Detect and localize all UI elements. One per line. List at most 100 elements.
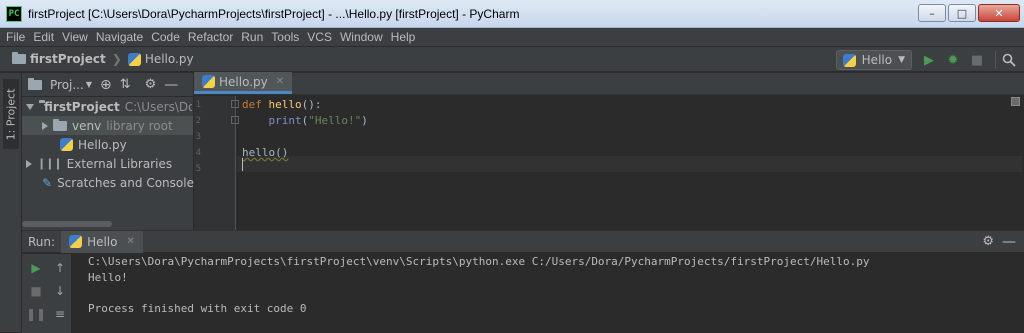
soft-wrap-icon[interactable]: ≡ [52, 306, 68, 322]
line-number: 5 [195, 164, 201, 174]
expand-arrow-icon[interactable] [26, 159, 32, 168]
tree-item-venv[interactable]: venv library root [22, 116, 193, 135]
project-tool-tab-label: 1: Project [4, 88, 18, 140]
python-file-icon [842, 53, 856, 67]
run-panel-label: Run: [28, 234, 56, 249]
code-line-4[interactable]: hello() [242, 146, 288, 159]
hide-panel-icon[interactable]: — [1002, 234, 1016, 250]
editor-tab-hello-py[interactable]: Hello.py ✕ [194, 72, 293, 94]
tree-item-label: venv [72, 118, 102, 133]
locate-file-icon[interactable]: ⊕ [100, 77, 112, 93]
scratches-icon: ✎ [42, 175, 53, 190]
console-line: Process finished with exit code 0 [88, 302, 307, 315]
python-file-icon [127, 52, 141, 66]
run-tab-hello[interactable]: Hello ✕ [61, 230, 143, 253]
fold-marker-icon[interactable] [231, 100, 239, 108]
breadcrumb-file[interactable]: Hello.py [127, 52, 194, 66]
tree-item-external-libraries[interactable]: ❙❙❙ External Libraries [26, 154, 172, 173]
expand-arrow-icon[interactable] [42, 121, 48, 130]
console-line: Hello! [88, 271, 128, 284]
folder-icon [12, 52, 26, 64]
project-view-select[interactable]: Proj... [50, 78, 84, 92]
keyword-token: def [242, 98, 262, 111]
gear-icon[interactable]: ⚙ [145, 77, 157, 92]
current-line-highlight [237, 156, 1022, 172]
stop-icon[interactable]: ■ [968, 51, 986, 69]
hide-panel-icon[interactable]: — [164, 77, 178, 93]
code-line-2[interactable]: print("Hello!") [242, 114, 368, 127]
project-tool-tab[interactable]: 1: Project [3, 79, 19, 149]
menu-file[interactable]: File [2, 30, 29, 44]
run-panel-header: Run: Hello ✕ ⚙ — [22, 230, 1024, 253]
run-tool-window: Run: Hello ✕ ⚙ — ▶ ↑ ■ ↓ ❚❚ ≡ C:\Users\D… [22, 230, 1024, 333]
line-number: 4 [195, 148, 201, 158]
expand-arrow-icon[interactable] [26, 103, 34, 110]
maximize-button[interactable]: □ [948, 4, 976, 22]
breadcrumb-project[interactable]: firstProject [12, 52, 106, 66]
window-controls: – □ ✕ [918, 4, 1020, 22]
inspection-status-icon[interactable] [1011, 97, 1020, 106]
tree-item-hello-py[interactable]: Hello.py [60, 135, 127, 154]
down-arrow-icon[interactable]: ↓ [52, 283, 68, 299]
menu-edit[interactable]: Edit [29, 30, 58, 44]
tree-item-label: firstProject [44, 99, 120, 114]
text-caret [242, 158, 243, 171]
run-configuration-select[interactable]: Hello ▼ [835, 50, 912, 70]
project-panel: Proj... ▼ ⊕ ⇅ ⚙ — firstProject C:\Users\… [22, 73, 200, 230]
pycharm-app-icon: PC [6, 5, 22, 22]
menu-run[interactable]: Run [237, 30, 267, 44]
close-tab-icon[interactable]: ✕ [126, 236, 134, 247]
function-name-token: hello [268, 98, 302, 111]
menu-refactor[interactable]: Refactor [184, 30, 237, 44]
tree-item-firstproject[interactable]: firstProject C:\Users\Dora\ [26, 97, 192, 116]
python-file-icon [69, 235, 83, 248]
close-button[interactable]: ✕ [978, 4, 1020, 22]
pause-icon[interactable]: ❚❚ [26, 306, 46, 322]
code-line-1[interactable]: def hello(): [242, 98, 322, 111]
menu-vcs[interactable]: VCS [303, 30, 336, 44]
up-arrow-icon[interactable]: ↑ [52, 260, 68, 276]
tree-item-label: Hello.py [78, 137, 127, 152]
tree-item-scratches[interactable]: ✎ Scratches and Consoles [42, 173, 200, 192]
builtin-token: print [268, 114, 302, 127]
fold-marker-icon[interactable] [231, 116, 239, 124]
window-title: firstProject [C:\Users\Dora\PycharmProje… [28, 6, 520, 21]
editor-tabs: Hello.py ✕ [194, 72, 1024, 95]
menu-view[interactable]: View [58, 30, 92, 44]
project-panel-header: Proj... ▼ ⊕ ⇅ ⚙ — [22, 73, 193, 97]
debug-icon[interactable]: ✹ [944, 51, 962, 69]
stop-icon[interactable]: ■ [28, 283, 44, 299]
run-configuration-label: Hello [861, 53, 893, 67]
breadcrumb-file-label: Hello.py [144, 52, 194, 66]
minimize-button[interactable]: – [918, 4, 946, 22]
search-icon[interactable] [1000, 51, 1018, 69]
code-token: (): [301, 98, 322, 111]
run-icon[interactable]: ▶ [920, 51, 938, 69]
chevron-down-icon[interactable]: ▼ [86, 80, 92, 89]
menu-help[interactable]: Help [387, 30, 420, 44]
breadcrumb-project-label: firstProject [30, 52, 106, 66]
menu-window[interactable]: Window [336, 30, 387, 44]
menu-navigate[interactable]: Navigate [92, 30, 147, 44]
tree-item-hint: library root [106, 118, 173, 133]
menu-tools[interactable]: Tools [267, 30, 303, 44]
editor-gutter: 1 2 3 4 5 [194, 96, 239, 230]
breadcrumb-separator-icon: ❯ [111, 52, 122, 66]
gear-icon[interactable]: ⚙ [982, 234, 994, 249]
menu-code[interactable]: Code [147, 30, 184, 44]
rerun-icon[interactable]: ▶ [28, 260, 44, 276]
line-number: 2 [195, 116, 201, 126]
string-token: "Hello!" [308, 114, 362, 127]
project-view-icon [28, 77, 42, 90]
folder-icon [53, 118, 67, 131]
run-tab-label: Hello [87, 234, 118, 249]
collapse-all-icon[interactable]: ⇅ [120, 77, 131, 92]
left-tool-strip: 1: Project [0, 73, 22, 332]
toolbar-divider [995, 51, 996, 69]
close-tab-icon[interactable]: ✕ [276, 76, 284, 87]
chevron-down-icon: ▼ [898, 55, 905, 65]
libraries-icon: ❙❙❙ [37, 157, 63, 170]
tree-item-label: Scratches and Consoles [57, 175, 201, 190]
horizontal-scrollbar[interactable] [22, 221, 112, 227]
